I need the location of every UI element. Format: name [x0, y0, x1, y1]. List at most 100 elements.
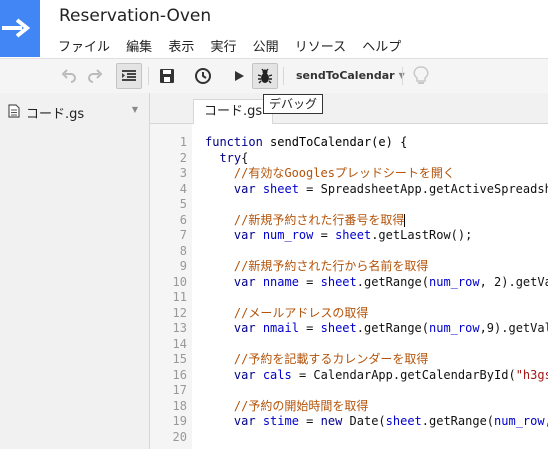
indent-button[interactable]: [116, 63, 142, 89]
code-token: .getRange(: [356, 274, 429, 289]
debug-button[interactable]: [252, 63, 278, 89]
code-token: var: [233, 367, 263, 382]
line-number: 13: [172, 321, 187, 335]
menu-publish[interactable]: 公開: [253, 36, 279, 55]
code-token: sheet: [385, 414, 422, 428]
menu-view[interactable]: 表示: [168, 36, 194, 55]
function-select[interactable]: sendToCalendar▼: [288, 63, 413, 89]
file-menu-dropdown-icon[interactable]: ▼: [132, 105, 138, 114]
line-number: 19: [172, 414, 187, 428]
apps-script-logo[interactable]: [0, 0, 40, 57]
code-line[interactable]: [205, 430, 548, 446]
code-line[interactable]: try{: [205, 151, 548, 167]
menu-bar: ファイル 編集 表示 実行 公開 リソース ヘルプ: [58, 36, 413, 55]
function-select-label: sendToCalendar: [296, 69, 395, 82]
code-line[interactable]: [205, 290, 548, 306]
code-token: num_row: [429, 321, 480, 335]
code-line[interactable]: var stime = new Date(sheet.getRange(num_…: [205, 414, 548, 430]
code-token: {: [241, 150, 249, 165]
code-line[interactable]: [205, 197, 548, 213]
save-button[interactable]: [154, 63, 180, 89]
code-line[interactable]: var cals = CalendarApp.getCalendarById("…: [205, 368, 548, 384]
redo-button[interactable]: [82, 63, 108, 89]
document-icon: [8, 104, 20, 118]
menu-file[interactable]: ファイル: [58, 36, 110, 55]
file-name: コード.gs: [26, 107, 85, 122]
toolbar: sendToCalendar▼: [0, 58, 548, 94]
code-line[interactable]: //予約の開始時間を取得: [205, 399, 548, 415]
code-token: //予約を記載するカレンダーを取得: [205, 352, 429, 366]
code-token: ,9).getVal: [479, 321, 548, 335]
menu-resources[interactable]: リソース: [295, 36, 346, 55]
line-number: 5: [179, 197, 187, 211]
code-lines[interactable]: function sendToCalendar(e) { try{ //有効なG…: [205, 135, 548, 445]
code-token: new: [320, 414, 350, 428]
code-token: .getRange(: [356, 321, 429, 335]
code-token: sendToCalendar(e) {: [270, 135, 408, 149]
project-title[interactable]: Reservation-Oven: [59, 6, 211, 26]
tab-code-gs[interactable]: コード.gs: [193, 99, 274, 125]
run-button[interactable]: [226, 63, 252, 89]
code-line[interactable]: //新規予約された行から名前を取得: [205, 259, 548, 275]
debug-bug-icon: [257, 68, 273, 84]
code-token: num_row: [494, 414, 545, 428]
code-line[interactable]: [205, 337, 548, 353]
line-number: 2: [179, 150, 187, 165]
code-line[interactable]: var nmail = sheet.getRange(num_row,9).ge…: [205, 321, 548, 337]
code-token: var: [233, 228, 263, 242]
code-line[interactable]: //有効なGooglesプレッドシートを開く: [205, 166, 548, 182]
lightbulb-button[interactable]: [408, 63, 434, 89]
code-token: nname: [262, 274, 299, 289]
triggers-button[interactable]: [190, 63, 216, 89]
code-token: var: [233, 274, 263, 289]
code-token: //新規予約された行番号を取得: [205, 212, 405, 227]
undo-icon: [61, 69, 76, 83]
lightbulb-icon: [413, 66, 429, 84]
code-token: Date(: [349, 414, 386, 428]
code-token: , 2).getVa: [479, 274, 548, 289]
code-line[interactable]: var sheet = SpreadsheetApp.getActiveSpre…: [205, 182, 548, 198]
file-item[interactable]: コード.gs ▼: [8, 102, 138, 122]
line-number: 1: [179, 135, 187, 149]
indent-icon: [122, 70, 136, 81]
code-line[interactable]: function sendToCalendar(e) {: [205, 135, 548, 151]
code-token: .getLastRow();: [371, 228, 473, 242]
line-number: 6: [179, 212, 187, 227]
save-icon: [160, 69, 174, 83]
line-number: 7: [179, 228, 187, 242]
code-token: .getRange(: [421, 414, 495, 428]
code-line[interactable]: [205, 244, 548, 260]
code-token: sheet: [320, 274, 357, 289]
code-line[interactable]: //予約を記載するカレンダーを取得: [205, 352, 548, 368]
code-line[interactable]: //新規予約された行番号を取得: [205, 213, 548, 229]
code-token: =: [313, 228, 336, 242]
line-numbers: 1 2 3 4 5 6 7 8 9 10 11 12 13 14 15 16 17 18 19 20: [150, 135, 187, 445]
code-editor[interactable]: function sendToCalendar(e) { try{ //有効なG…: [192, 124, 548, 449]
code-token: var: [233, 321, 263, 335]
line-number: 18: [172, 398, 187, 413]
editor-tab-bar: コード.gs: [150, 93, 548, 125]
menu-run[interactable]: 実行: [210, 36, 236, 55]
code-token: sheet: [320, 321, 357, 335]
code-token: //メールアドレスの取得: [205, 305, 369, 320]
menu-edit[interactable]: 編集: [126, 36, 152, 55]
arrow-right-icon: [2, 18, 31, 38]
text-cursor: [404, 213, 406, 227]
undo-button[interactable]: [56, 63, 82, 89]
code-token: //予約の開始時間を取得: [205, 398, 369, 413]
line-number: 15: [172, 352, 187, 366]
code-line[interactable]: [205, 383, 548, 399]
code-line[interactable]: //メールアドレスの取得: [205, 306, 548, 322]
code-token: sheet: [262, 181, 299, 196]
code-token: cals: [262, 367, 292, 382]
line-number: 4: [179, 181, 187, 196]
code-line[interactable]: var nname = sheet.getRange(num_row, 2).g…: [205, 275, 548, 291]
clock-icon: [195, 68, 211, 84]
menu-help[interactable]: ヘルプ: [362, 36, 401, 55]
code-line[interactable]: var num_row = sheet.getLastRow();: [205, 228, 548, 244]
